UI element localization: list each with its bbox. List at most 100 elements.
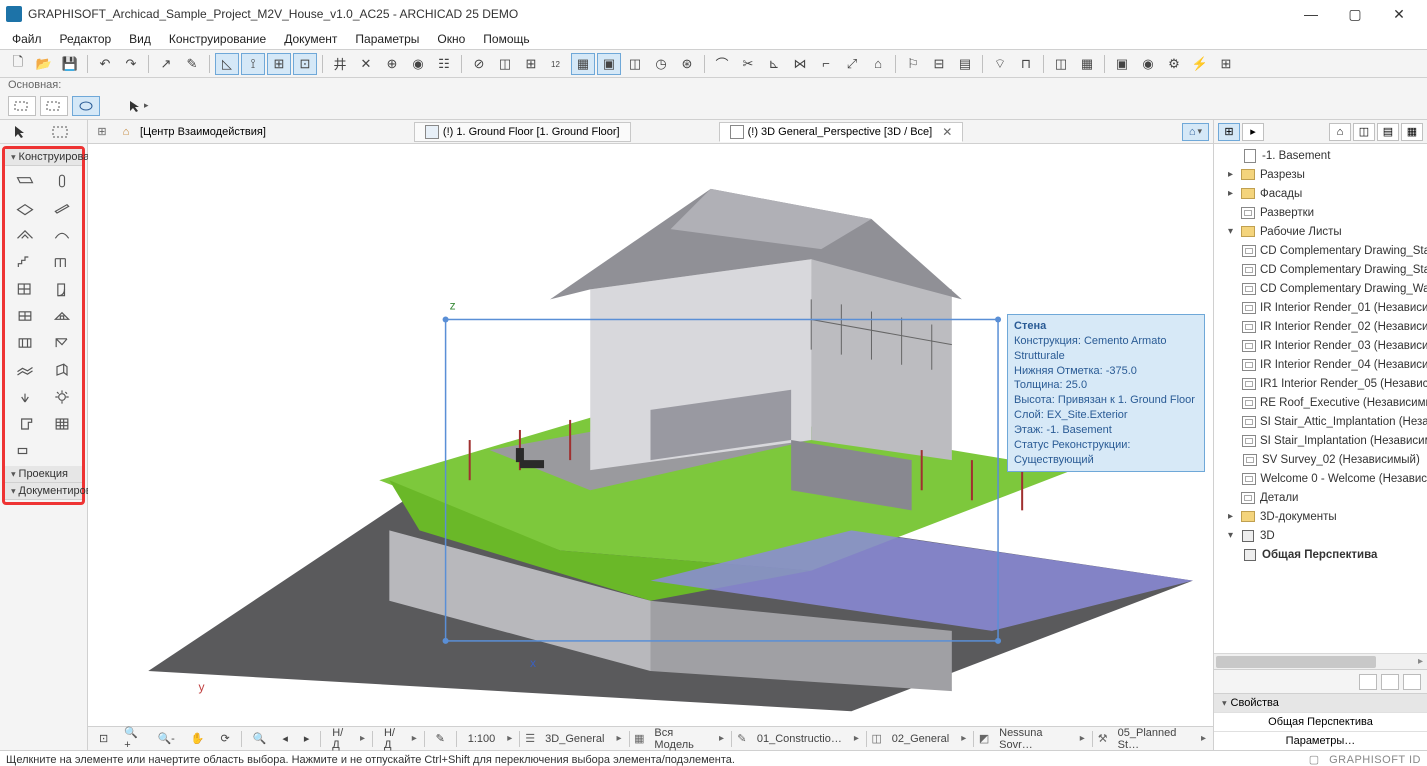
- new-icon[interactable]: 🗋: [6, 53, 30, 75]
- menu-editor[interactable]: Редактор: [52, 30, 120, 48]
- roof-tool[interactable]: [7, 222, 43, 248]
- tree-3ddocs[interactable]: ▸3D-документы: [1214, 507, 1427, 526]
- beam-tool[interactable]: [44, 195, 80, 221]
- tree-ws-11[interactable]: SV Survey_02 (Независимый): [1214, 450, 1427, 469]
- annotation-icon[interactable]: ✎: [429, 729, 452, 748]
- tree-ws-2[interactable]: CD Complementary Drawing_Wall: [1214, 279, 1427, 298]
- tree-ws-9[interactable]: SI Stair_Attic_Implantation (Незав: [1214, 412, 1427, 431]
- zone-tool[interactable]: [7, 411, 43, 437]
- sel-mode1[interactable]: [8, 96, 36, 116]
- mep-icon[interactable]: ⊞: [1214, 53, 1238, 75]
- tree-hscroll[interactable]: ▸: [1214, 653, 1427, 669]
- nav-grid-icon[interactable]: ⊞: [92, 122, 112, 142]
- tree-ws-0[interactable]: CD Complementary Drawing_Stair: [1214, 241, 1427, 260]
- nav-tab-map3[interactable]: ▤: [1377, 123, 1399, 141]
- maximize-button[interactable]: ▢: [1333, 0, 1377, 28]
- nav-tab-view[interactable]: ▸: [1242, 123, 1264, 141]
- split-icon[interactable]: ✂: [736, 53, 760, 75]
- window-tool[interactable]: [7, 303, 43, 329]
- nav-tab-map1[interactable]: ⌂: [1329, 123, 1351, 141]
- tab-close-icon[interactable]: ✕: [942, 125, 952, 139]
- lamp-tool[interactable]: [44, 384, 80, 410]
- orbit-icon[interactable]: ⊛: [675, 53, 699, 75]
- prev-view-icon[interactable]: 🔍: [246, 729, 274, 748]
- tree-details[interactable]: Детали: [1214, 488, 1427, 507]
- home-icon[interactable]: ⌂: [866, 53, 890, 75]
- snap1-icon[interactable]: ⟟: [241, 53, 265, 75]
- menu-document[interactable]: Документ: [276, 30, 345, 48]
- pick-icon[interactable]: ↗: [154, 53, 178, 75]
- dim-level-icon[interactable]: 12: [545, 53, 569, 75]
- toolbox-header-construction[interactable]: Конструирова: [5, 149, 82, 166]
- nav-tab-project[interactable]: ⊞: [1218, 123, 1240, 141]
- close-button[interactable]: ✕: [1377, 0, 1421, 28]
- tab-ground-floor[interactable]: (!) 1. Ground Floor [1. Ground Floor]: [414, 122, 631, 142]
- menu-construction[interactable]: Конструирование: [161, 30, 274, 48]
- tree-elevations[interactable]: ▸Фасады: [1214, 184, 1427, 203]
- arrow-mode[interactable]: ▸: [124, 97, 153, 115]
- tree-ws-10[interactable]: SI Stair_Implantation (Независим: [1214, 431, 1427, 450]
- trace-ref-icon[interactable]: ⊞: [519, 53, 543, 75]
- sel-model[interactable]: Вся Модель: [647, 724, 714, 754]
- sel-mode3[interactable]: [72, 96, 100, 116]
- tree-ws-5[interactable]: IR Interior Render_03 (Независим: [1214, 336, 1427, 355]
- scale-selector[interactable]: 1:100: [461, 730, 503, 748]
- energy-icon[interactable]: ⚡: [1188, 53, 1212, 75]
- pan-icon[interactable]: ✋: [184, 729, 212, 748]
- snap-point-icon[interactable]: ⊕: [380, 53, 404, 75]
- trace-icon[interactable]: ◉: [406, 53, 430, 75]
- suspend-icon[interactable]: ⊘: [467, 53, 491, 75]
- fillet-icon[interactable]: ⌐: [814, 53, 838, 75]
- opening-tool[interactable]: [7, 330, 43, 356]
- intersect-icon[interactable]: ⋈: [788, 53, 812, 75]
- minimize-button[interactable]: —: [1289, 0, 1333, 28]
- mesh-tool[interactable]: [7, 357, 43, 383]
- menu-help[interactable]: Помощь: [475, 30, 537, 48]
- next-arrow[interactable]: ▸: [297, 729, 317, 748]
- grid-icon[interactable]: 井: [328, 53, 352, 75]
- properties-settings-button[interactable]: Параметры…: [1214, 731, 1427, 750]
- 3d-viewport[interactable]: z y x Стена Конструкция: Cemento Armato …: [88, 144, 1213, 726]
- filter-icon[interactable]: ◫: [493, 53, 517, 75]
- curtainwall-tool[interactable]: [7, 276, 43, 302]
- layers-icon[interactable]: ▤: [953, 53, 977, 75]
- dropper-icon[interactable]: ✎: [180, 53, 204, 75]
- status-tray-icon[interactable]: ▢: [1309, 753, 1319, 766]
- sel-construction[interactable]: 01_Constructio…: [750, 730, 849, 748]
- tree-ws-12[interactable]: Welcome 0 - Welcome (Независ: [1214, 469, 1427, 488]
- slab-tool[interactable]: [7, 195, 43, 221]
- flag-icon[interactable]: ⚐: [901, 53, 925, 75]
- tree-ws-6[interactable]: IR Interior Render_04 (Независим: [1214, 355, 1427, 374]
- tree-ws-7[interactable]: IR1 Interior Render_05 (Независим: [1214, 374, 1427, 393]
- column-tool[interactable]: [44, 168, 80, 194]
- save-icon[interactable]: 💾: [58, 53, 82, 75]
- tree-ws-8[interactable]: RE Roof_Executive (Независимый: [1214, 393, 1427, 412]
- org-icon[interactable]: ⊟: [927, 53, 951, 75]
- menu-view[interactable]: Вид: [121, 30, 159, 48]
- railing-tool[interactable]: [44, 249, 80, 275]
- nav-home-view-button[interactable]: ⌂ ▾: [1182, 123, 1209, 141]
- properties-header[interactable]: Свойства: [1214, 694, 1427, 712]
- tree-worksheets[interactable]: ▾Рабочие Листы: [1214, 222, 1427, 241]
- curtain-icon[interactable]: ▦: [1075, 53, 1099, 75]
- adjust-icon[interactable]: ⊾: [762, 53, 786, 75]
- menu-window[interactable]: Окно: [429, 30, 473, 48]
- sel-planned[interactable]: 05_Planned St…: [1111, 724, 1196, 754]
- photo-icon[interactable]: ◉: [1136, 53, 1160, 75]
- tree-interior[interactable]: Развертки: [1214, 203, 1427, 222]
- breadcrumb[interactable]: [Центр Взаимодействия]: [140, 126, 266, 138]
- nav-home-icon[interactable]: ⌂: [116, 122, 136, 142]
- view3d-icon[interactable]: ▣: [597, 53, 621, 75]
- redo-icon[interactable]: ↷: [119, 53, 143, 75]
- open-icon[interactable]: 📂: [32, 53, 56, 75]
- toolbox-header-projection[interactable]: Проекция: [5, 466, 82, 483]
- stair-tool[interactable]: [7, 249, 43, 275]
- sel-3dgeneral[interactable]: 3D_General: [538, 730, 611, 748]
- object-tool[interactable]: [7, 384, 43, 410]
- nav-tab-map4[interactable]: ▦: [1401, 123, 1423, 141]
- tree-ws-4[interactable]: IR Interior Render_02 (Независим: [1214, 317, 1427, 336]
- sel-mode2[interactable]: [40, 96, 68, 116]
- prev-arrow[interactable]: ◂: [275, 729, 295, 748]
- na1[interactable]: Н/Д: [325, 724, 355, 754]
- zoom-out-icon[interactable]: 🔍-: [150, 729, 181, 748]
